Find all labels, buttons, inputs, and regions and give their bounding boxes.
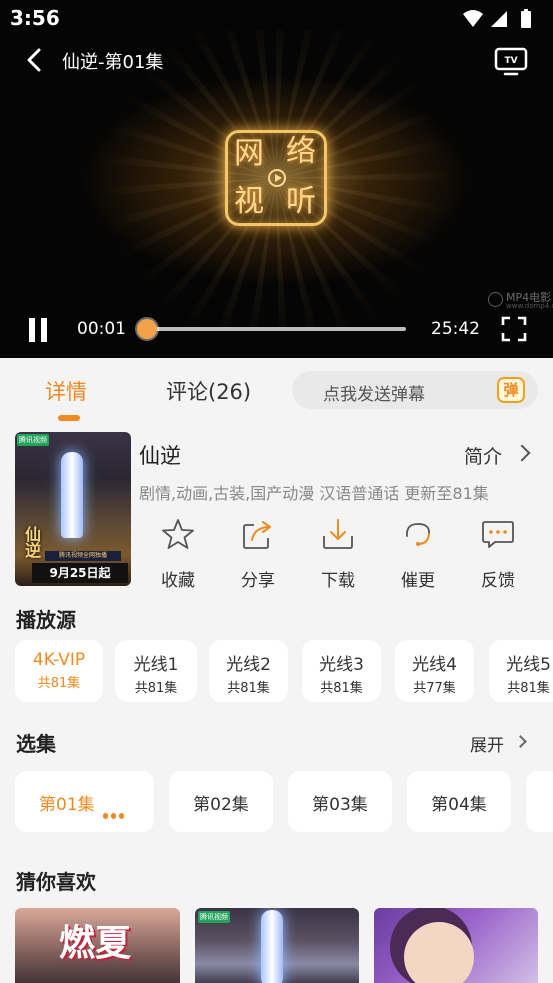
episode-04[interactable]: 第04集 xyxy=(407,771,511,832)
source-name: 光线1 xyxy=(133,655,179,675)
share-label: 分享 xyxy=(241,571,275,591)
source-count: 共81集 xyxy=(320,681,363,696)
urge-label: 催更 xyxy=(401,571,435,591)
download-button[interactable]: 下载 xyxy=(308,516,368,591)
progress-track[interactable] xyxy=(147,327,406,331)
fullscreen-icon[interactable] xyxy=(501,316,527,342)
total-time: 25:42 xyxy=(431,319,480,339)
danmu-input[interactable]: 点我发送弹幕 弹 xyxy=(292,371,538,409)
tab-detail[interactable]: 详情 xyxy=(45,376,87,406)
download-label: 下载 xyxy=(321,571,355,591)
episodes-title: 选集 xyxy=(16,732,56,756)
status-time: 3:56 xyxy=(10,6,60,30)
feedback-button[interactable]: 反馈 xyxy=(468,516,528,591)
episode-02[interactable]: 第02集 xyxy=(169,771,273,832)
source-name: 4K-VIP xyxy=(32,650,86,670)
show-poster[interactable]: 腾讯视频 仙逆 腾讯视频全网独播 9月25日起 xyxy=(15,432,131,586)
tab-comments[interactable]: 评论(26) xyxy=(166,376,251,406)
video-title: 仙逆-第01集 xyxy=(62,52,164,73)
source-2[interactable]: 光线2 共81集 xyxy=(209,640,288,702)
share-button[interactable]: 分享 xyxy=(228,516,288,591)
episode-05-partial[interactable] xyxy=(526,771,553,832)
source-3[interactable]: 光线3 共81集 xyxy=(302,640,381,702)
recommend-sword xyxy=(261,910,283,983)
urge-update-button[interactable]: 催更 xyxy=(388,516,448,591)
recommend-tag: 腾讯视频 xyxy=(198,911,230,923)
battery-icon xyxy=(521,11,531,28)
episode-label: 第03集 xyxy=(312,795,368,815)
chevron-right-icon[interactable] xyxy=(513,444,531,462)
intro-link[interactable]: 简介 xyxy=(464,442,502,469)
logo-glyph-4: 听 xyxy=(286,184,316,219)
status-bar: 3:56 xyxy=(0,0,553,38)
logo-glyph-1: 网 xyxy=(234,136,264,171)
tab-active-indicator xyxy=(58,415,80,421)
share-icon xyxy=(243,521,271,549)
poster-sword xyxy=(61,452,83,538)
episode-label: 第01集 xyxy=(39,795,95,815)
pause-icon[interactable] xyxy=(27,318,49,342)
recommend-card-3[interactable] xyxy=(374,908,538,983)
poster-date: 9月25日起 xyxy=(32,563,128,583)
signal-icon xyxy=(491,11,507,27)
source-4[interactable]: 光线4 共77集 xyxy=(395,640,474,702)
favorite-button[interactable]: 收藏 xyxy=(148,516,208,591)
source-count: 共81集 xyxy=(134,681,178,696)
cast-tv-icon[interactable]: TV xyxy=(494,46,528,76)
watermark-url: www.domp4.cc xyxy=(506,302,553,310)
logo-play-icon xyxy=(268,169,286,187)
current-time: 00:01 xyxy=(77,319,126,339)
danmu-placeholder: 点我发送弹幕 xyxy=(323,385,425,405)
source-5[interactable]: 光线5 共81集 xyxy=(489,640,553,702)
watermark-icon xyxy=(488,292,503,307)
svg-text:TV: TV xyxy=(504,56,517,66)
source-name: 光线5 xyxy=(506,655,551,675)
danmu-icon[interactable]: 弹 xyxy=(497,377,525,403)
source-1[interactable]: 光线1 共81集 xyxy=(115,640,197,702)
playing-indicator-icon xyxy=(103,804,127,823)
back-arrow-icon[interactable] xyxy=(22,46,48,74)
chevron-right-icon[interactable] xyxy=(514,735,527,748)
video-player[interactable]: 网 络 视 听 MP4电影 www.domp4.cc 3:56 仙逆-第01集 … xyxy=(0,0,553,358)
logo-glyph-3: 视 xyxy=(234,184,264,219)
recommend-overlay: 燃夏 xyxy=(59,922,132,964)
source-4k-vip[interactable]: 4K-VIP 共81集 xyxy=(15,640,103,702)
detail-panel: 详情 评论(26) 点我发送弹幕 弹 腾讯视频 仙逆 腾讯视频全网独播 9月25… xyxy=(0,358,553,983)
poster-band: 腾讯视频全网独播 xyxy=(45,551,121,561)
episode-label: 第04集 xyxy=(431,795,487,815)
recommend-character xyxy=(404,922,474,983)
sources-title: 播放源 xyxy=(16,608,76,632)
download-icon xyxy=(323,519,353,549)
show-tags: 剧情,动画,古装,国产动漫 汉语普通话 更新至81集 xyxy=(139,484,489,503)
episode-label: 第02集 xyxy=(193,795,249,815)
status-icons xyxy=(463,9,531,28)
poster-tag: 腾讯视频 xyxy=(17,434,49,446)
favorite-label: 收藏 xyxy=(161,571,195,591)
urge-icon xyxy=(406,523,430,546)
episode-03[interactable]: 第03集 xyxy=(288,771,392,832)
source-name: 光线4 xyxy=(412,655,457,675)
wifi-icon xyxy=(463,10,483,27)
source-count: 共77集 xyxy=(413,681,456,696)
source-name: 光线3 xyxy=(319,655,364,675)
recommend-card-1[interactable]: 燃夏 xyxy=(15,908,180,983)
source-count: 共81集 xyxy=(227,681,270,696)
source-count: 共81集 xyxy=(507,681,550,696)
recommend-title: 猜你喜欢 xyxy=(16,870,96,894)
video-logo: 网 络 视 听 xyxy=(225,130,327,226)
star-icon xyxy=(162,519,194,549)
expand-button[interactable]: 展开 xyxy=(470,731,504,756)
source-count: 共81集 xyxy=(37,676,81,691)
player-top-bar: 仙逆-第01集 TV xyxy=(0,38,553,82)
episode-01[interactable]: 第01集 xyxy=(15,771,154,832)
source-name: 光线2 xyxy=(226,655,271,675)
feedback-label: 反馈 xyxy=(481,571,515,591)
poster-logo: 仙逆 xyxy=(22,526,41,558)
recommend-card-2[interactable]: 腾讯视频 xyxy=(195,908,359,983)
logo-glyph-2: 络 xyxy=(286,134,316,169)
progress-knob[interactable] xyxy=(137,319,157,339)
show-title: 仙逆 xyxy=(139,444,181,468)
player-controls: 00:01 25:42 xyxy=(0,310,553,352)
feedback-icon xyxy=(482,521,514,548)
